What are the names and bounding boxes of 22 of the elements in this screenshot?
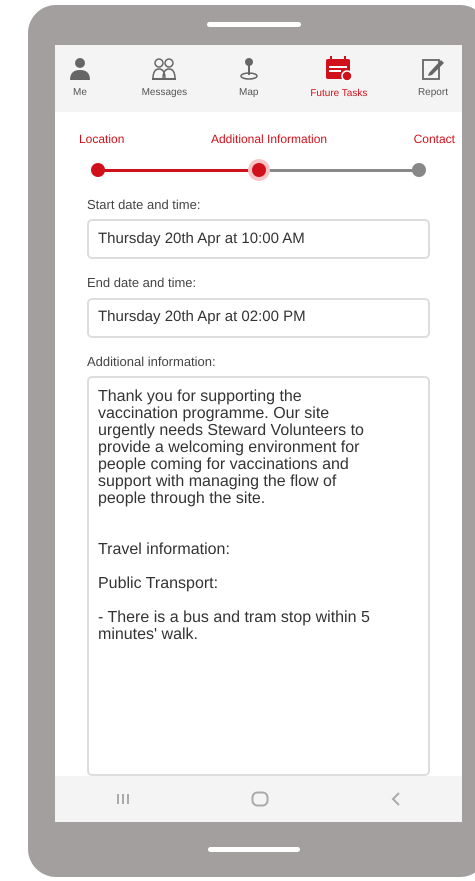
step-label: Location	[79, 130, 124, 148]
tab[interactable]: Map	[236, 56, 262, 100]
tab[interactable]: Messages	[140, 56, 190, 100]
edit-icon	[420, 56, 445, 81]
date-field[interactable]: Thursday 20th Apr at 02:00 PM	[87, 298, 430, 338]
field-label: Additional information:	[87, 352, 217, 370]
information-textarea[interactable]: Thank you for supporting the vaccination programme. Our site urgently needs Steward Volunteers to provide a welcoming environment for people coming for vaccinations and support with managing the flow of people through the site. Travel information: Public Transport: - There is a bus and tram stop within 5 minutes' walk.	[87, 376, 430, 776]
tab[interactable]: Me	[67, 56, 93, 100]
step-label: Contact	[414, 130, 455, 148]
tab[interactable]: Future Tasks	[308, 56, 370, 101]
people-icon	[151, 56, 178, 81]
person-icon	[69, 56, 91, 81]
field-label: Start date and time:	[87, 196, 202, 214]
recent-apps-icon[interactable]	[116, 793, 130, 805]
pin-icon	[238, 56, 260, 81]
back-icon[interactable]	[391, 792, 402, 806]
step-label: Additional Information	[210, 130, 328, 148]
date-field[interactable]: Thursday 20th Apr at 10:00 AM	[87, 219, 430, 259]
calendar-icon	[324, 56, 353, 82]
field-label: End date and time:	[87, 274, 198, 292]
tab[interactable]: Report	[416, 56, 450, 100]
home-icon[interactable]	[251, 791, 270, 807]
